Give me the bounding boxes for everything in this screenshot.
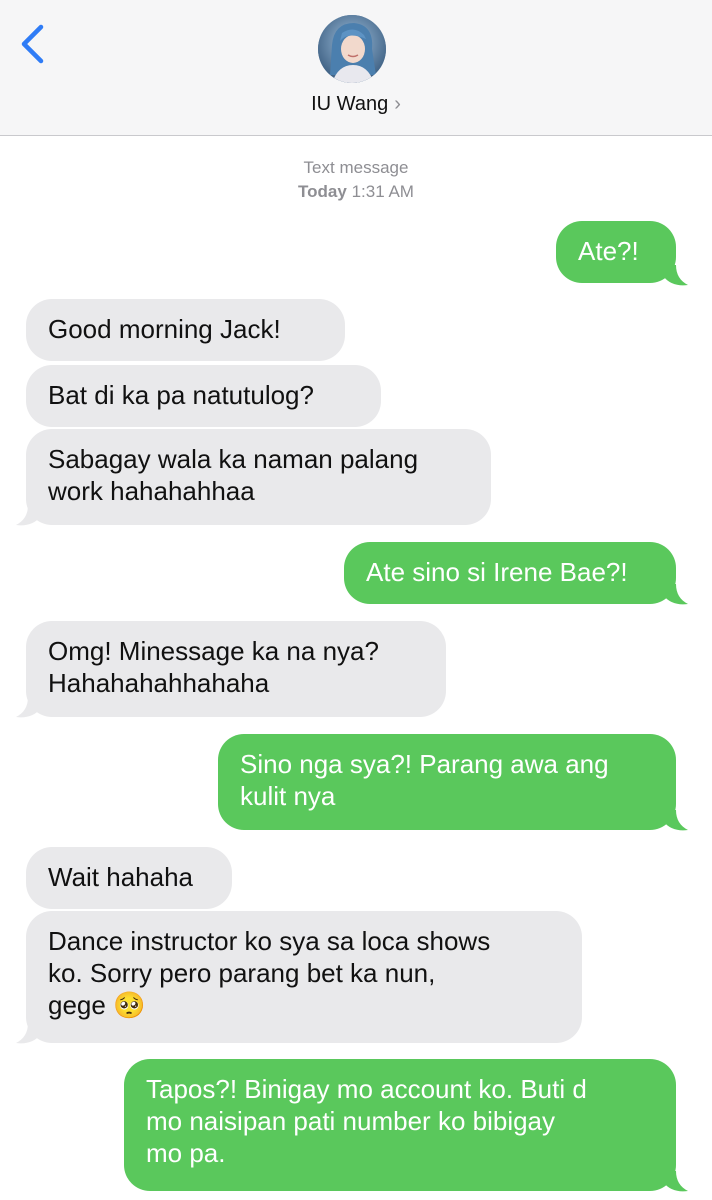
chevron-right-icon: › bbox=[394, 93, 401, 115]
timestamp-day: Today bbox=[298, 182, 347, 201]
back-button[interactable] bbox=[16, 22, 52, 66]
incoming-message-bubble[interactable]: Bat di ka pa natutulog? bbox=[26, 365, 381, 427]
bubble-tail-icon bbox=[664, 584, 688, 605]
incoming-message-bubble[interactable]: Dance instructor ko sya sa loca shows ko… bbox=[26, 911, 582, 1043]
avatar[interactable] bbox=[318, 15, 386, 83]
bubble-tail-icon bbox=[16, 1023, 40, 1044]
timestamp-time: 1:31 AM bbox=[351, 182, 414, 201]
incoming-message-bubble[interactable]: Sabagay wala ka naman palang work hahaha… bbox=[26, 429, 491, 525]
contact-name-button[interactable]: IU Wang › bbox=[0, 93, 712, 116]
outgoing-message-bubble[interactable]: Sino nga sya?! Parang awa ang kulit nya bbox=[218, 734, 676, 830]
bubble-tail-icon bbox=[664, 810, 688, 831]
incoming-message-bubble[interactable]: Wait hahaha bbox=[26, 847, 232, 909]
message-timestamp: Today 1:31 AM bbox=[0, 182, 712, 202]
bubble-tail-icon bbox=[16, 505, 40, 526]
bubble-tail-icon bbox=[16, 697, 40, 718]
bubble-tail-icon bbox=[664, 1171, 688, 1192]
message-type-label: Text message bbox=[303, 158, 409, 177]
outgoing-message-bubble[interactable]: Ate sino si Irene Bae?! bbox=[344, 542, 676, 604]
outgoing-message-bubble[interactable]: Tapos?! Binigay mo account ko. Buti d mo… bbox=[124, 1059, 676, 1191]
contact-photo bbox=[318, 15, 386, 83]
outgoing-message-bubble[interactable]: Ate?! bbox=[556, 221, 676, 283]
bubble-tail-icon bbox=[664, 265, 688, 286]
contact-name: IU Wang bbox=[311, 93, 389, 115]
incoming-message-bubble[interactable]: Good morning Jack! bbox=[26, 299, 345, 361]
chevron-left-icon bbox=[21, 24, 44, 64]
conversation-header: IU Wang › bbox=[0, 0, 712, 136]
incoming-message-bubble[interactable]: Omg! Minessage ka na nya? Hahahahahhahah… bbox=[26, 621, 446, 717]
